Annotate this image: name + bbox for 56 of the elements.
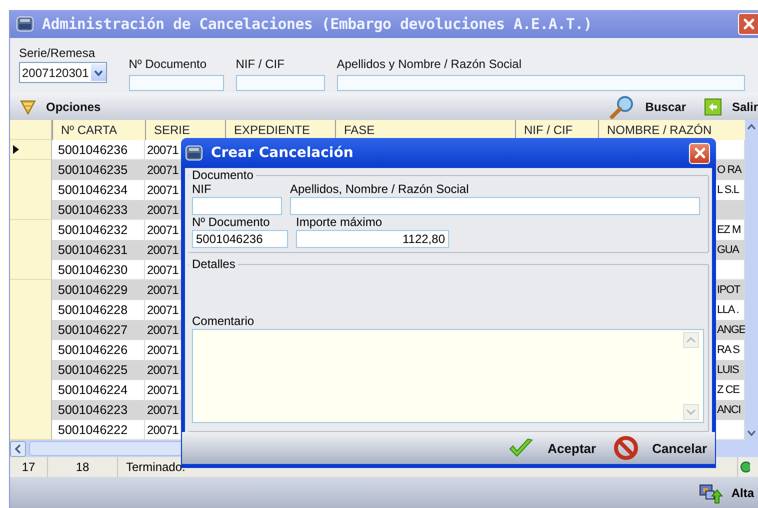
table-cell: 5001046230 xyxy=(52,260,145,280)
table-cell: 5001046235 xyxy=(52,160,145,181)
checkmark-icon xyxy=(508,437,534,459)
table-cell: 5001046229 xyxy=(52,280,145,301)
close-button[interactable] xyxy=(689,142,710,164)
table-cell: 5001046233 xyxy=(52,200,145,220)
scroll-left-icon xyxy=(10,440,26,456)
exit-button[interactable]: Salir xyxy=(704,94,758,118)
close-icon xyxy=(692,146,706,160)
scroll-down-icon xyxy=(683,404,699,420)
status-light-icon xyxy=(738,461,750,473)
app-logo-icon xyxy=(185,145,203,161)
search-button[interactable]: Buscar xyxy=(609,94,686,118)
table-cell: 5001046228 xyxy=(52,300,145,321)
field-label: Apellidos y Nombre / Razón Social xyxy=(336,57,523,71)
options-menu[interactable]: Opciones xyxy=(20,94,101,118)
input-field[interactable] xyxy=(236,75,325,91)
field-label: Serie/Remesa xyxy=(19,46,96,60)
input-field[interactable] xyxy=(192,197,282,215)
scroll-up-icon xyxy=(683,332,699,348)
field-label: Nº Documento xyxy=(128,57,208,71)
input-field[interactable]: 5001046236 xyxy=(192,230,288,248)
input-field[interactable]: 1122,80 xyxy=(296,230,449,248)
current-row-arrow-icon xyxy=(13,145,19,154)
table-cell: 5001046223 xyxy=(52,400,145,421)
close-button[interactable] xyxy=(738,13,758,35)
app-logo-icon xyxy=(16,16,34,32)
table-cell: 5001046231 xyxy=(52,240,145,261)
table-cell: 5001046234 xyxy=(52,180,145,201)
series-dropdown[interactable]: 2007120301 xyxy=(19,62,107,83)
table-cell: 5001046222 xyxy=(52,420,145,440)
table-cell: 5001046225 xyxy=(52,360,145,381)
accept-button[interactable]: Aceptar xyxy=(508,437,596,459)
table-cell: 5001046236 xyxy=(52,140,145,160)
no-entry-icon xyxy=(614,436,638,460)
pictures-up-arrow-icon xyxy=(699,482,724,504)
add-button[interactable]: Alta xyxy=(699,482,754,504)
window-title: Administración de Cancelaciones (Embargo devoluciones A.E.A.T.) xyxy=(42,15,594,33)
row-header[interactable] xyxy=(10,140,52,160)
field-label: Importe máximo xyxy=(296,215,384,230)
field-label: Apellidos, Nombre / Razón Social xyxy=(290,182,470,197)
vertical-scrollbar[interactable] xyxy=(745,120,758,440)
table-cell: 5001046232 xyxy=(52,220,145,241)
field-label: NIF / CIF xyxy=(236,57,286,71)
funnel-icon xyxy=(20,98,36,114)
table-cell: 5001046226 xyxy=(52,340,145,361)
input-field[interactable] xyxy=(290,197,700,215)
close-icon xyxy=(742,17,756,31)
field-label: NIF xyxy=(192,182,212,197)
cancel-button[interactable]: Cancelar xyxy=(614,436,707,460)
comment-field[interactable] xyxy=(192,329,704,423)
search-icon xyxy=(609,94,636,118)
table-cell: 5001046224 xyxy=(52,380,145,401)
input-field[interactable] xyxy=(336,75,745,91)
input-field[interactable] xyxy=(128,75,224,91)
table-cell: 5001046227 xyxy=(52,320,145,341)
